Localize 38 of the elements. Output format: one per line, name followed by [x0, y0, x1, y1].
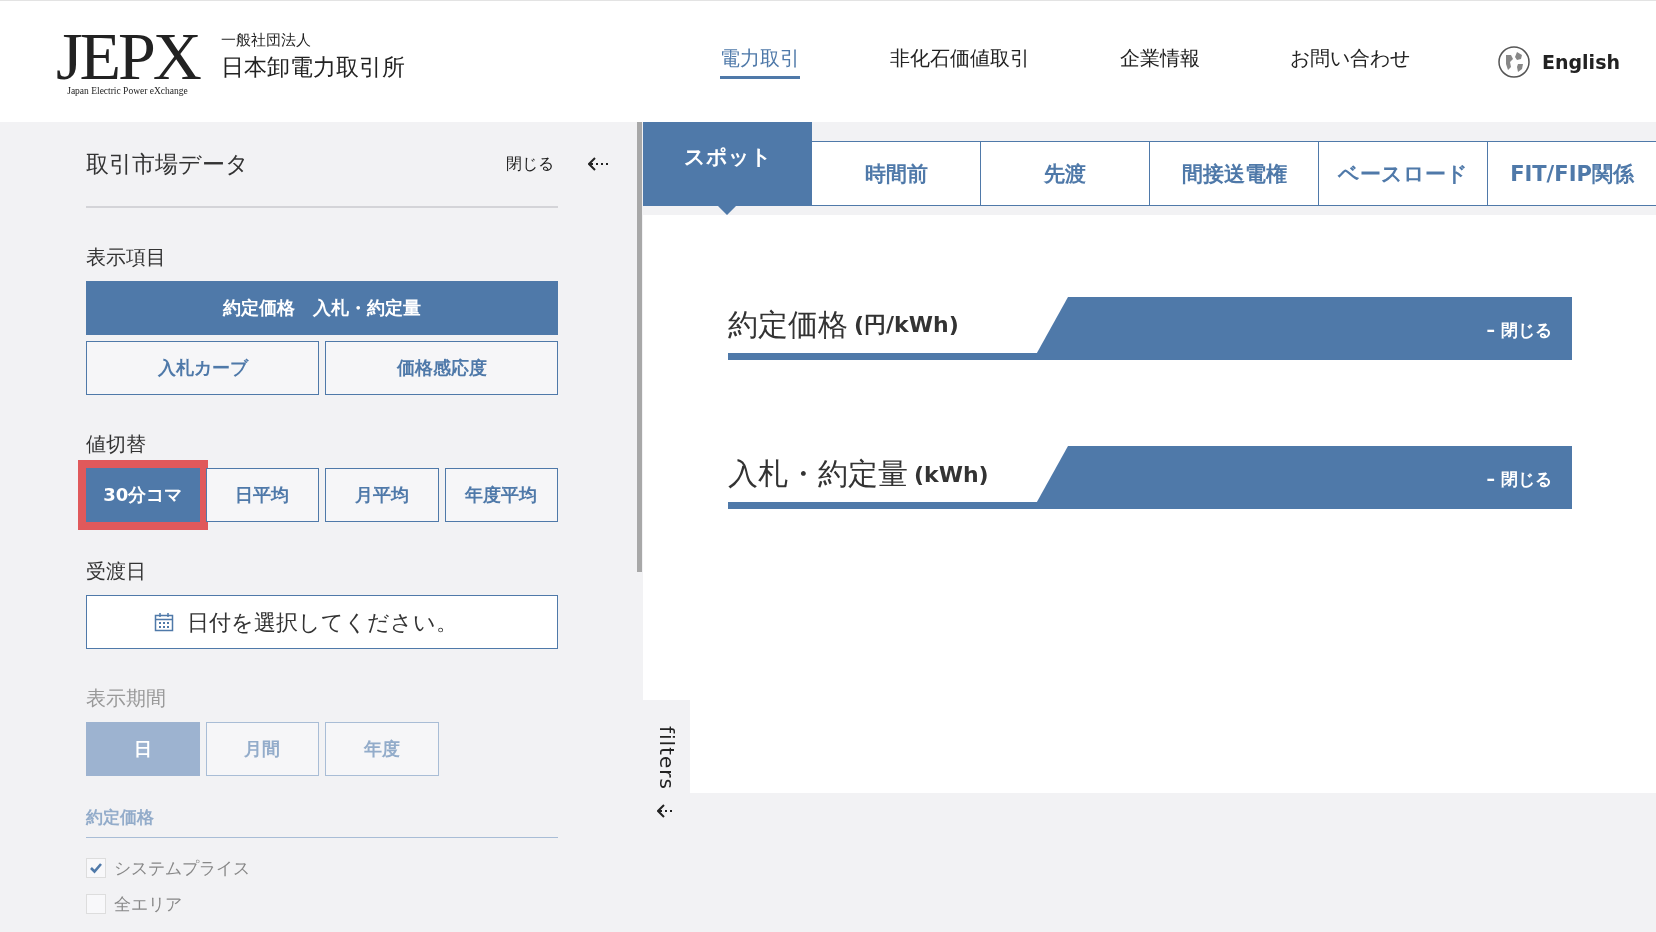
checkbox[interactable]	[86, 858, 106, 878]
nav-link[interactable]: 企業情報	[1120, 44, 1200, 79]
checkbox[interactable]	[86, 894, 106, 914]
panel-title: 取引市場データ	[86, 149, 250, 179]
collapse-button[interactable]: – 閉じる	[1486, 319, 1552, 342]
organization-type: 一般社団法人	[220, 30, 312, 50]
logo-tagline: Japan Electric Power eXchange	[67, 85, 188, 96]
arrow-left-icon[interactable]	[588, 157, 610, 171]
collapse-button[interactable]: – 閉じる	[1486, 468, 1552, 491]
value-switch-button[interactable]: 日平均	[205, 468, 319, 522]
close-panel-button[interactable]: 閉じる	[506, 153, 554, 175]
market-tab[interactable]: ベースロード	[1319, 141, 1488, 206]
scrollbar[interactable]	[637, 122, 642, 572]
organization-name: 日本卸電力取引所	[220, 52, 405, 82]
value-switch-button[interactable]: 年度平均	[444, 468, 558, 522]
section-label: 値切替	[86, 431, 147, 458]
market-tab[interactable]: 先渡	[981, 141, 1150, 206]
date-field[interactable]: 日付を選択してください。	[86, 595, 558, 649]
market-tab[interactable]: 時間前	[812, 141, 981, 206]
market-tab[interactable]: 間接送電権	[1150, 141, 1319, 206]
display-item-button[interactable]: 価格感応度	[325, 341, 558, 395]
display-item-button[interactable]: 入札カーブ	[86, 341, 319, 395]
logo-mark: JEPX	[56, 27, 199, 84]
value-switch-button[interactable]: 月平均	[325, 468, 439, 522]
language-link[interactable]: English	[1498, 45, 1620, 78]
display-item-button[interactable]: 約定価格 入札・約定量	[86, 281, 558, 335]
checkbox-label: システムプライス	[114, 856, 250, 880]
section-label: 表示項目	[86, 244, 167, 271]
market-tab[interactable]: スポット	[643, 122, 812, 215]
section-label: 受渡日	[86, 558, 147, 585]
nav-link[interactable]: 電力取引	[720, 44, 800, 79]
filter-heading: 約定価格	[86, 806, 558, 838]
nav-link[interactable]: お問い合わせ	[1290, 44, 1410, 79]
checkbox-label: 全エリア	[114, 892, 182, 916]
market-tab[interactable]: FIT/FIP関係	[1488, 141, 1656, 206]
section-label: 表示期間	[86, 685, 167, 712]
globe-icon	[1498, 45, 1530, 78]
nav-link[interactable]: 非化石価値取引	[890, 44, 1030, 79]
